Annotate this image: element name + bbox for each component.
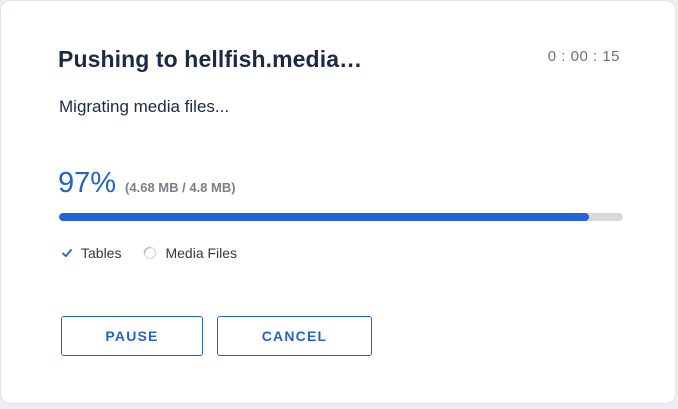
step-label: Media Files [165,245,238,261]
progress-size: (4.68 MB / 4.8 MB) [125,180,236,195]
elapsed-timer: 0 : 00 : 15 [547,48,620,65]
dialog-title: Pushing to hellfish.media… [58,46,363,72]
spinner-icon [144,246,157,260]
check-icon [62,249,72,258]
step-label: Tables [81,245,122,261]
progress-bar-fill [59,213,590,221]
migration-progress-dialog: Pushing to hellfish.media… 0 : 00 : 15 M… [0,0,676,404]
progress-percent: 97% [58,167,117,199]
cancel-button[interactable]: CANCEL [217,316,372,356]
progress-summary: 97% (4.68 MB / 4.8 MB) [58,167,236,200]
step-media-files: Media Files [143,245,237,261]
pause-button[interactable]: PAUSE [61,316,203,356]
migration-steps: Tables Media Files [61,245,259,261]
current-stage-text: Migrating media files... [59,97,230,116]
progress-bar [59,213,623,221]
step-tables: Tables [61,245,121,261]
